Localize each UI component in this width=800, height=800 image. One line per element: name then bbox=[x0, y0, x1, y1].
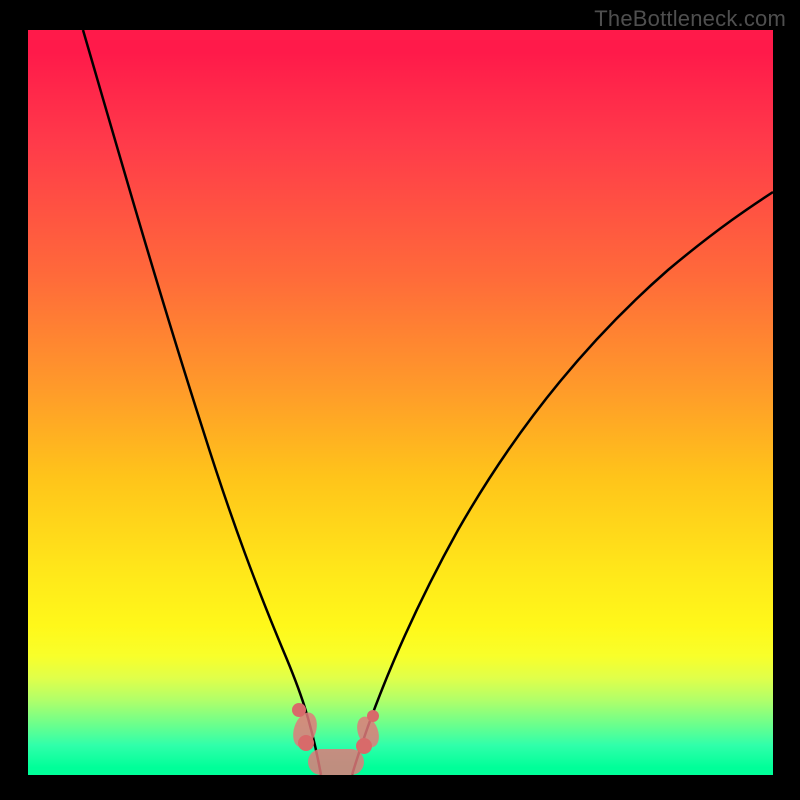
curves-svg bbox=[28, 30, 773, 775]
plot-area bbox=[28, 30, 773, 775]
right-curve bbox=[352, 192, 773, 775]
chart-stage: TheBottleneck.com bbox=[0, 0, 800, 800]
highlighted-valley bbox=[289, 703, 383, 775]
left-curve bbox=[83, 30, 321, 775]
watermark-text: TheBottleneck.com bbox=[594, 6, 786, 32]
